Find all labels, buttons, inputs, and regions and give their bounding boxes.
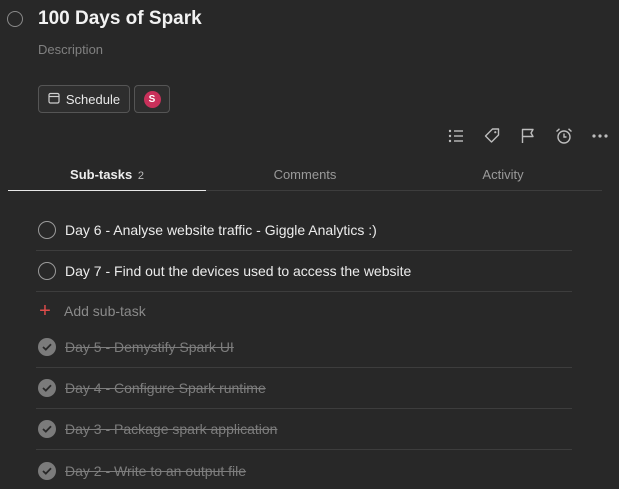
task-title[interactable]: 100 Days of Spark xyxy=(38,8,202,30)
priority-flag-icon[interactable] xyxy=(510,124,546,148)
subtask-checkbox[interactable] xyxy=(38,262,56,280)
checkmark-icon[interactable] xyxy=(38,379,56,397)
more-options-icon[interactable] xyxy=(582,124,618,148)
subtask-row[interactable]: Day 7 - Find out the devices used to acc… xyxy=(36,251,572,292)
reminder-alarm-icon[interactable] xyxy=(546,124,582,148)
checkmark-icon[interactable] xyxy=(38,420,56,438)
task-tabs: Sub-tasks 2 Comments Activity xyxy=(8,158,602,191)
schedule-label: Schedule xyxy=(65,91,121,107)
subtask-label[interactable]: Day 7 - Find out the devices used to acc… xyxy=(65,263,411,279)
avatar: S xyxy=(143,90,161,108)
subtask-checkbox[interactable] xyxy=(38,221,56,239)
completed-subtask-label[interactable]: Day 2 - Write to an output file xyxy=(65,463,246,479)
add-subtask-button[interactable]: + Add sub-task xyxy=(36,292,572,327)
add-subtask-label: Add sub-task xyxy=(64,302,146,319)
task-toolbar xyxy=(438,124,618,148)
plus-icon: + xyxy=(39,299,51,322)
tab-comments[interactable]: Comments xyxy=(206,158,404,190)
completed-subtask-label[interactable]: Day 4 - Configure Spark runtime xyxy=(65,380,266,396)
checkmark-icon[interactable] xyxy=(38,461,56,480)
completed-subtask-label[interactable]: Day 3 - Package spark application xyxy=(65,421,277,437)
completed-subtask-row[interactable]: Day 4 - Configure Spark runtime xyxy=(36,368,572,409)
label-tag-icon[interactable] xyxy=(474,124,510,148)
completed-subtask-label[interactable]: Day 5 - Demystify Spark UI xyxy=(65,339,234,355)
subtasks-list-icon[interactable] xyxy=(438,124,474,148)
subtask-list: Day 6 - Analyse website traffic - Giggle… xyxy=(36,210,572,489)
schedule-button[interactable]: Schedule xyxy=(38,85,130,113)
subtask-label[interactable]: Day 6 - Analyse website traffic - Giggle… xyxy=(65,222,377,238)
completed-subtask-row[interactable]: Day 3 - Package spark application xyxy=(36,409,572,450)
checkmark-icon[interactable] xyxy=(38,338,56,356)
subtask-row[interactable]: Day 6 - Analyse website traffic - Giggle… xyxy=(36,210,572,251)
completed-subtask-row[interactable]: Day 2 - Write to an output file xyxy=(36,450,572,489)
calendar-icon xyxy=(48,92,60,107)
task-complete-checkbox[interactable] xyxy=(7,11,23,27)
completed-subtask-row[interactable]: Day 5 - Demystify Spark UI xyxy=(36,327,572,368)
tab-sub-tasks-label: Sub-tasks xyxy=(70,167,133,182)
description-field[interactable]: Description xyxy=(38,42,103,57)
tab-sub-tasks[interactable]: Sub-tasks 2 xyxy=(8,158,206,191)
tab-activity[interactable]: Activity xyxy=(404,158,602,190)
tab-comments-label: Comments xyxy=(273,167,337,182)
tab-activity-label: Activity xyxy=(482,167,524,182)
assignee-button[interactable]: S xyxy=(134,85,170,113)
tab-sub-tasks-count: 2 xyxy=(137,170,144,182)
